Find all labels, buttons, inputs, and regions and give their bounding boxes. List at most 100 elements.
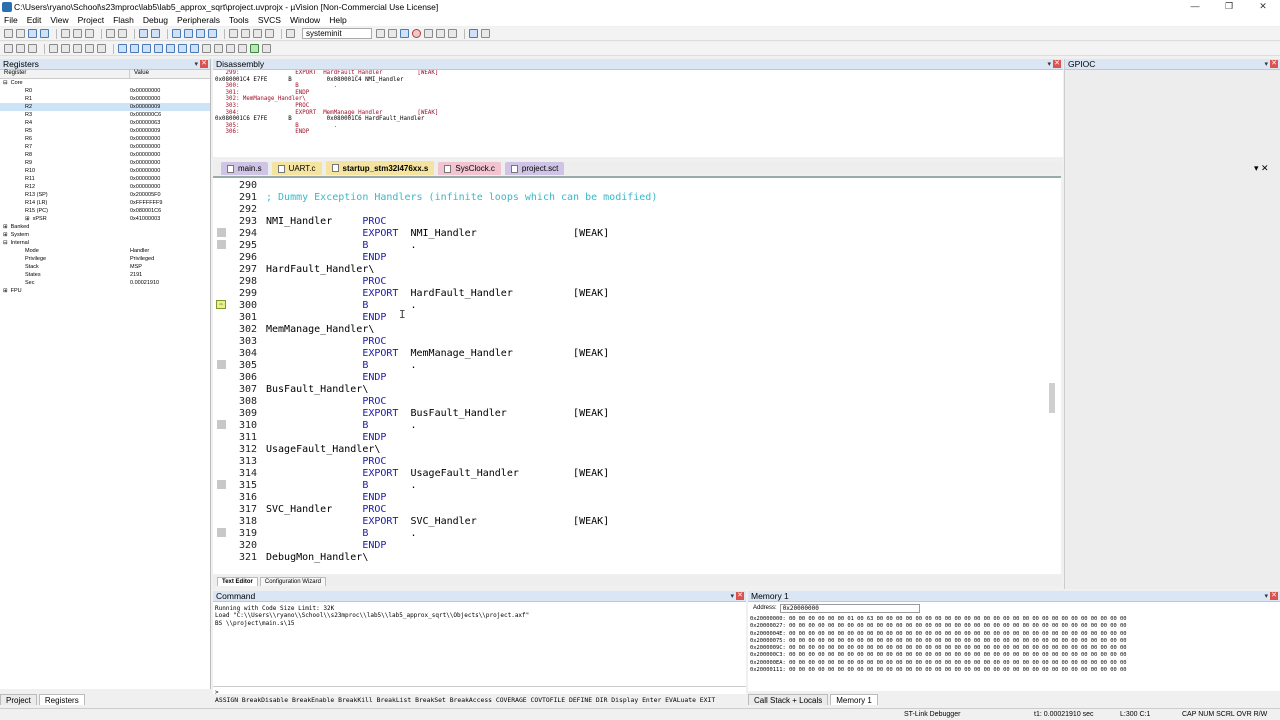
menu-view[interactable]: View xyxy=(50,15,68,25)
register-row[interactable]: R11 0x00000000 xyxy=(0,175,210,183)
pin-icon[interactable]: ▾ xyxy=(1264,60,1268,68)
register-row[interactable]: R10 0x00000000 xyxy=(0,167,210,175)
editor-mode-tab[interactable]: Text Editor xyxy=(217,577,258,586)
breakpoint-icon[interactable] xyxy=(412,29,421,38)
menu-peripherals[interactable]: Peripherals xyxy=(177,15,220,25)
menu-svcs[interactable]: SVCS xyxy=(258,15,281,25)
save-icon[interactable] xyxy=(28,29,37,38)
register-row[interactable]: R14 (LR) 0xFFFFFFF9 xyxy=(0,199,210,207)
register-row[interactable]: R7 0x00000000 xyxy=(0,143,210,151)
breakpoint-clear-icon[interactable] xyxy=(448,29,457,38)
run-to-cursor-icon[interactable] xyxy=(85,44,94,53)
serial-window-icon[interactable] xyxy=(202,44,211,53)
register-row[interactable]: R3 0x000000C6 xyxy=(0,111,210,119)
register-row[interactable]: Privilege Privileged xyxy=(0,255,210,263)
bookmark-next-icon[interactable] xyxy=(196,29,205,38)
register-value[interactable]: 0x00000063 xyxy=(130,119,160,127)
trace-window-icon[interactable] xyxy=(226,44,235,53)
incremental-find-icon[interactable] xyxy=(388,29,397,38)
window-layout-icon[interactable] xyxy=(469,29,478,38)
command-input[interactable]: > xyxy=(213,686,746,696)
memory-window-icon[interactable] xyxy=(190,44,199,53)
register-value[interactable]: 0x00000009 xyxy=(130,127,160,135)
command-window-icon[interactable] xyxy=(118,44,127,53)
scrollbar-thumb[interactable] xyxy=(1049,383,1055,413)
stop-icon[interactable] xyxy=(28,44,37,53)
close-icon[interactable]: ✕ xyxy=(1270,60,1278,68)
menu-help[interactable]: Help xyxy=(329,15,346,25)
register-value[interactable]: 0x00000000 xyxy=(130,95,160,103)
menu-window[interactable]: Window xyxy=(290,15,320,25)
breakpoint-kill-icon[interactable] xyxy=(436,29,445,38)
register-value[interactable]: 0x00000000 xyxy=(130,183,160,191)
register-row[interactable]: R6 0x00000000 xyxy=(0,135,210,143)
call-stack-window-icon[interactable] xyxy=(166,44,175,53)
nav-forward-icon[interactable] xyxy=(151,29,160,38)
menu-tools[interactable]: Tools xyxy=(229,15,249,25)
register-row[interactable]: R0 0x00000000 xyxy=(0,87,210,95)
register-row[interactable]: Mode Handler xyxy=(0,247,210,255)
bottom-tab[interactable]: Registers xyxy=(38,694,85,705)
nav-back-icon[interactable] xyxy=(139,29,148,38)
paste-icon[interactable] xyxy=(85,29,94,38)
editor-mode-tab[interactable]: Configuration Wizard xyxy=(259,577,326,586)
bookmark-icon[interactable] xyxy=(172,29,181,38)
tree-expander-icon[interactable]: ⊞ xyxy=(3,224,8,230)
register-row[interactable]: ⊞ Banked xyxy=(0,223,210,231)
register-row[interactable]: ⊟ Internal xyxy=(0,239,210,247)
editor-vertical-scrollbar[interactable] xyxy=(1049,178,1055,574)
pin-icon[interactable]: ▾ xyxy=(730,592,734,600)
run-icon[interactable] xyxy=(16,44,25,53)
step-out-icon[interactable] xyxy=(73,44,82,53)
close-icon[interactable]: ✕ xyxy=(1270,592,1278,600)
register-row[interactable]: R1 0x00000000 xyxy=(0,95,210,103)
register-row[interactable]: Stack MSP xyxy=(0,263,210,271)
register-row[interactable]: ⊟ Core xyxy=(0,79,210,87)
tree-expander-icon[interactable]: ⊞ xyxy=(25,216,30,222)
address-input[interactable]: 0x20000000 xyxy=(779,603,920,613)
redo-icon[interactable] xyxy=(118,29,127,38)
register-value[interactable]: 0x00000000 xyxy=(130,151,160,159)
register-value[interactable]: Privileged xyxy=(130,255,154,263)
tab-file[interactable]: startup_stm32l476xx.s xyxy=(325,161,435,175)
register-row[interactable]: R9 0x00000000 xyxy=(0,159,210,167)
undo-icon[interactable] xyxy=(106,29,115,38)
show-next-statement-icon[interactable] xyxy=(97,44,106,53)
analysis-window-icon[interactable] xyxy=(214,44,223,53)
register-value[interactable]: 0x00000000 xyxy=(130,87,160,95)
register-value[interactable]: 0x00000000 xyxy=(130,135,160,143)
bottom-tab[interactable]: Project xyxy=(0,694,37,705)
tree-expander-icon[interactable]: ⊟ xyxy=(3,80,8,86)
close-icon[interactable]: ✕ xyxy=(736,592,744,600)
register-row[interactable]: ⊞ FPU xyxy=(0,287,210,295)
configure-icon[interactable] xyxy=(481,29,490,38)
register-row[interactable]: R15 (PC) 0x080001C6 xyxy=(0,207,210,215)
register-row[interactable]: R12 0x00000000 xyxy=(0,183,210,191)
register-value[interactable]: 0x000000C6 xyxy=(130,111,161,119)
register-value[interactable]: 0x00000009 xyxy=(130,103,160,111)
disassembly-listing[interactable]: 299: EXPORT HardFault_Handler [WEAK] 0x08… xyxy=(213,70,1063,157)
find-in-files-icon[interactable] xyxy=(286,29,295,38)
save-all-icon[interactable] xyxy=(40,29,49,38)
register-value[interactable]: 0x200005F0 xyxy=(130,191,161,199)
menu-project[interactable]: Project xyxy=(78,15,104,25)
register-value[interactable]: 0.00021910 xyxy=(130,279,159,287)
memory-dump[interactable]: 0x20000000: 00 00 00 00 00 00 01 00 63 0… xyxy=(748,614,1280,676)
pin-icon[interactable]: ▾ xyxy=(1047,60,1051,68)
indent-icon[interactable] xyxy=(229,29,238,38)
pin-icon[interactable]: ▾ xyxy=(1264,592,1268,600)
registers-window-icon[interactable] xyxy=(154,44,163,53)
register-value[interactable]: 0x00000000 xyxy=(130,143,160,151)
register-value[interactable]: MSP xyxy=(130,263,142,271)
close-icon[interactable]: ✕ xyxy=(1053,60,1061,68)
bottom-tab[interactable]: Memory 1 xyxy=(830,694,878,705)
code-editor[interactable]: 290 291 ; Dummy Exception Handlers (infini… xyxy=(213,176,1061,574)
bookmark-prev-icon[interactable] xyxy=(184,29,193,38)
debug-session-icon[interactable] xyxy=(400,29,409,38)
tree-expander-icon[interactable]: ⊟ xyxy=(3,240,8,246)
find-icon[interactable] xyxy=(376,29,385,38)
register-row[interactable]: R8 0x00000000 xyxy=(0,151,210,159)
function-combo[interactable]: systeminit xyxy=(302,28,372,39)
system-viewer-icon[interactable] xyxy=(238,44,247,53)
comment-icon[interactable] xyxy=(253,29,262,38)
